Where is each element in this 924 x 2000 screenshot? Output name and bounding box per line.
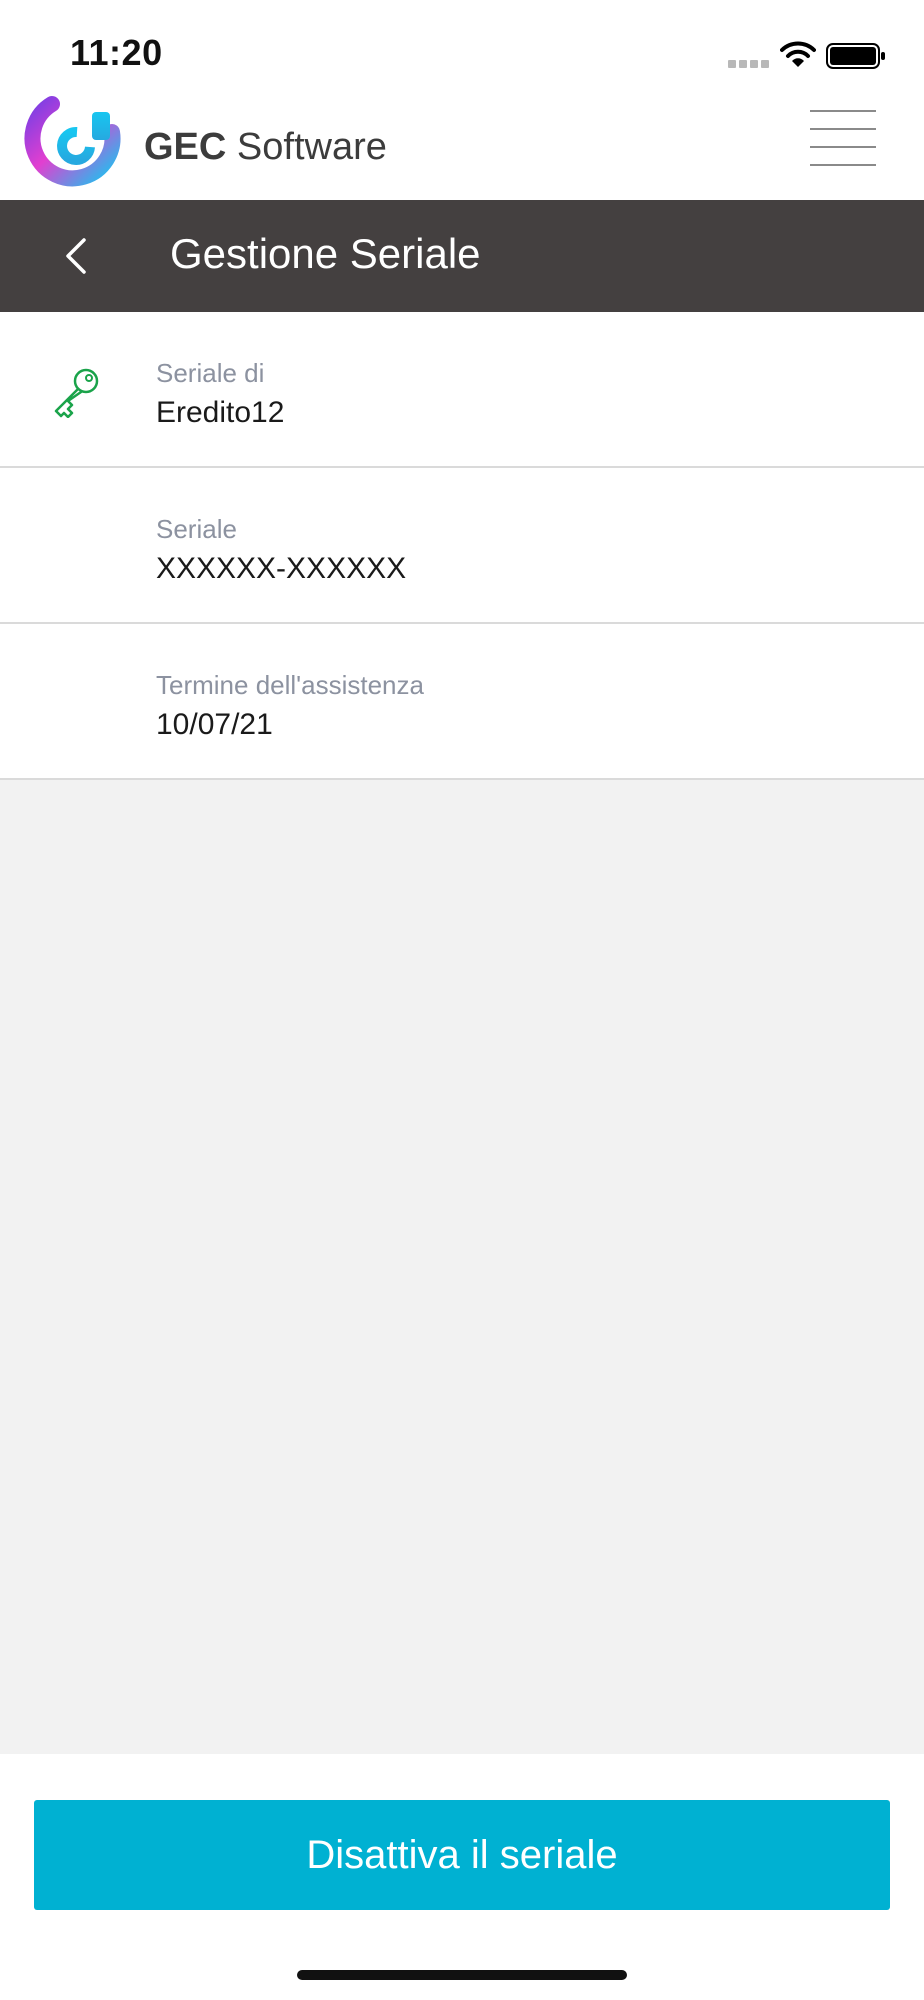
wifi-icon: [780, 41, 816, 67]
status-time: 11:20: [70, 32, 163, 73]
back-chevron-icon[interactable]: [46, 224, 110, 288]
detail-row-support-end: Termine dell'assistenza 10/07/21: [0, 624, 924, 780]
menu-line: [810, 164, 876, 166]
battery-icon: [826, 43, 885, 69]
home-indicator: [297, 1970, 627, 1980]
serial-value: XXXXXX-XXXXXX: [156, 552, 407, 585]
menu-line: [810, 128, 876, 130]
deactivate-serial-button[interactable]: Disattiva il seriale: [34, 1800, 890, 1910]
brand-name-bold: GEC: [144, 126, 227, 168]
support-end-value: 10/07/21: [156, 708, 273, 741]
gec-logo-icon: [24, 96, 121, 187]
serial-owner-label: Seriale di: [156, 358, 265, 388]
serial-owner-value: Eredito12: [156, 396, 285, 429]
page-title: Gestione Seriale: [170, 230, 481, 277]
signal-icon: [728, 60, 769, 68]
hamburger-menu-button[interactable]: [810, 106, 876, 170]
content-area: [0, 780, 924, 1754]
key-icon: [54, 368, 99, 418]
detail-row-serial: Seriale XXXXXX-XXXXXX: [0, 468, 924, 624]
detail-row-serial-owner: Seriale di Eredito12: [0, 312, 924, 468]
serial-label: Seriale: [156, 514, 237, 544]
brand-header: [0, 96, 924, 200]
menu-line: [810, 146, 876, 148]
menu-line: [810, 110, 876, 112]
support-end-label: Termine dell'assistenza: [156, 670, 424, 700]
status-bar: 11:20: [0, 0, 924, 96]
brand-name: GEC Software: [144, 126, 387, 169]
brand-name-light: Software: [236, 126, 387, 168]
